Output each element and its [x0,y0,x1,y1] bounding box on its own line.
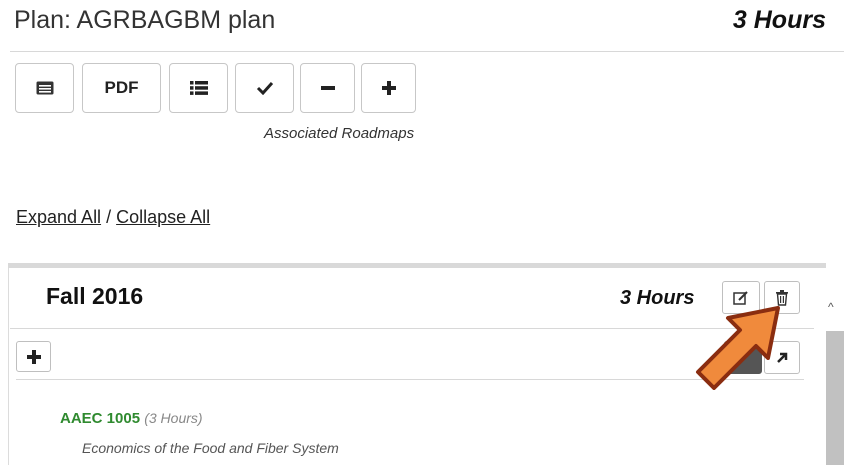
pdf-label: PDF [104,78,139,97]
expand-all-link[interactable]: Expand All [16,207,101,227]
card-icon [36,81,53,95]
course-item[interactable]: AAEC 1005 (3 Hours) [60,410,203,427]
callout-arrow-icon [696,306,780,390]
collapse-button[interactable] [300,63,355,113]
pdf-button[interactable]: PDF [82,63,161,113]
divider [10,51,844,52]
scrollbar-thumb[interactable] [826,331,844,465]
course-name: Economics of the Food and Fiber System [82,440,339,456]
list-button[interactable] [169,63,228,113]
scroll-up-icon[interactable]: ^ [828,300,834,314]
minus-icon [320,86,335,90]
divider [16,379,804,380]
associated-roadmaps-label: Associated Roadmaps [264,125,415,142]
term-hours: 3 Hours [620,287,695,309]
course-code: AAEC 1005 [60,410,141,427]
link-separator: / [106,207,112,227]
plan-hours: 3 Hours [732,6,826,34]
expand-button[interactable] [361,63,416,113]
plus-icon [381,81,396,95]
list-icon [189,81,208,95]
check-icon [256,81,273,95]
term-title: Fall 2016 [46,283,144,309]
add-course-button[interactable] [16,341,51,372]
plus-icon [26,349,41,364]
collapse-all-link[interactable]: Collapse All [116,207,210,227]
plan-title: Plan: AGRBAGBM plan [14,6,276,34]
expand-collapse-links: Expand All / Collapse All [16,207,210,228]
details-button[interactable] [15,63,74,113]
course-hours: (3 Hours) [144,410,203,426]
check-button[interactable] [235,63,294,113]
